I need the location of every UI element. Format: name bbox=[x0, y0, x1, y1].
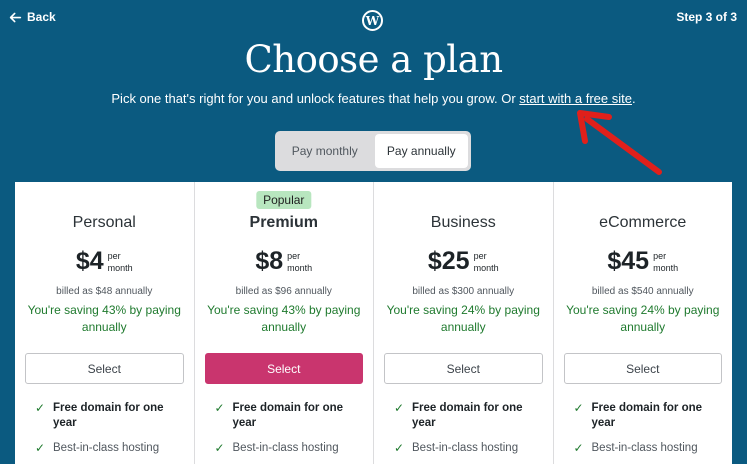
popular-badge: Popular bbox=[256, 191, 312, 209]
price-period: per month bbox=[108, 246, 133, 274]
plan-price: $25 bbox=[427, 247, 470, 275]
feature-text: Free domain for one year bbox=[232, 402, 344, 429]
select-ecommerce-button[interactable]: Select bbox=[563, 353, 722, 384]
per-text: per bbox=[107, 251, 121, 261]
check-icon: ✓ bbox=[214, 401, 225, 415]
price-row: $45 per month bbox=[554, 246, 733, 276]
plan-card-personal: Personal $4 per month billed as $48 annua… bbox=[15, 182, 195, 464]
price-row: $4 per month bbox=[15, 246, 194, 276]
check-icon: ✓ bbox=[394, 441, 405, 455]
red-arrow-annotation bbox=[577, 110, 662, 175]
per-text: per bbox=[287, 251, 301, 261]
arrow-left-icon bbox=[9, 12, 22, 22]
logo-letter: W bbox=[365, 13, 380, 28]
plan-name: Premium bbox=[249, 214, 318, 231]
price-row: $25 per month bbox=[374, 246, 553, 276]
month-text: month bbox=[473, 263, 499, 273]
feature-text: Free domain for one year bbox=[412, 402, 523, 429]
feature-list: ✓ Free domain for one year ✓ Best-in-class… bbox=[35, 401, 184, 464]
plans-grid: Personal $4 per month billed as $48 annua… bbox=[15, 182, 732, 464]
billing-note: billed as $300 annually bbox=[412, 286, 515, 297]
feature-text: Best-in-class hosting bbox=[53, 442, 160, 454]
feature-list: ✓ Free domain for one year ✓ Best-in-class… bbox=[215, 401, 364, 464]
back-label: Back bbox=[27, 10, 56, 24]
page-subtitle: Pick one that's right for you and unlock… bbox=[0, 91, 747, 106]
check-icon: ✓ bbox=[573, 441, 584, 455]
plan-price: $4 bbox=[75, 247, 104, 275]
check-icon: ✓ bbox=[35, 441, 46, 455]
saving-note: You're saving 43% by paying annually bbox=[207, 303, 361, 334]
price-period: per month bbox=[653, 246, 678, 274]
top-bar: Back W Step 3 of 3 bbox=[0, 0, 747, 36]
plan-card-ecommerce: eCommerce $45 per month billed as $540 an… bbox=[554, 182, 733, 464]
plan-name: Personal bbox=[72, 214, 136, 231]
feature-text: Free domain for one year bbox=[53, 402, 164, 429]
feature-list: ✓ Free domain for one year ✓ Best-in-class… bbox=[394, 401, 543, 464]
select-business-button[interactable]: Select bbox=[384, 353, 543, 384]
per-text: per bbox=[653, 251, 667, 261]
billing-toggle: Pay monthly Pay annually bbox=[275, 131, 471, 171]
billing-note: billed as $48 annually bbox=[56, 286, 153, 297]
plan-card-business: Business $25 per month billed as $300 ann… bbox=[374, 182, 554, 464]
select-premium-button[interactable]: Select bbox=[204, 353, 363, 384]
subtitle-end: . bbox=[631, 91, 636, 106]
page-title: Choose a plan bbox=[244, 38, 503, 81]
pay-annually-option[interactable]: Pay annually bbox=[374, 134, 468, 168]
price-period: per month bbox=[287, 246, 312, 274]
price-period: per month bbox=[474, 246, 499, 274]
check-icon: ✓ bbox=[214, 441, 225, 455]
saving-note: You're saving 24% by paying annually bbox=[566, 303, 720, 334]
feature-item: ✓ Best-in-class hosting bbox=[574, 441, 723, 456]
month-text: month bbox=[653, 263, 679, 273]
feature-item: ✓ Best-in-class hosting bbox=[394, 441, 543, 456]
month-text: month bbox=[287, 263, 313, 273]
check-icon: ✓ bbox=[35, 401, 46, 415]
plan-name: Business bbox=[430, 214, 496, 231]
feature-item: ✓ Free domain for one year bbox=[215, 401, 364, 431]
feature-item: ✓ Free domain for one year bbox=[35, 401, 184, 431]
feature-text: Free domain for one year bbox=[591, 402, 703, 429]
free-site-link[interactable]: start with a free site bbox=[519, 91, 632, 106]
wordpress-logo-icon: W bbox=[362, 10, 383, 31]
select-personal-button[interactable]: Select bbox=[25, 353, 184, 384]
billing-note: billed as $540 annually bbox=[591, 286, 694, 297]
step-indicator: Step 3 of 3 bbox=[676, 10, 737, 24]
feature-item: ✓ Best-in-class hosting bbox=[35, 441, 184, 456]
plan-card-premium: Popular Premium $8 per month billed as $9… bbox=[195, 182, 374, 464]
back-button[interactable]: Back bbox=[9, 10, 56, 24]
feature-item: ✓ Best-in-class hosting bbox=[215, 441, 364, 456]
per-text: per bbox=[473, 251, 487, 261]
feature-text: Best-in-class hosting bbox=[412, 442, 519, 454]
plan-price: $45 bbox=[607, 247, 650, 275]
saving-note: You're saving 43% by paying annually bbox=[27, 303, 181, 334]
feature-text: Best-in-class hosting bbox=[232, 442, 339, 454]
check-icon: ✓ bbox=[394, 401, 405, 415]
plan-name: eCommerce bbox=[599, 214, 687, 231]
subtitle-text: Pick one that's right for you and unlock… bbox=[111, 91, 520, 106]
month-text: month bbox=[107, 263, 133, 273]
price-row: $8 per month bbox=[195, 246, 374, 276]
check-icon: ✓ bbox=[573, 401, 584, 415]
feature-item: ✓ Free domain for one year bbox=[394, 401, 543, 431]
feature-text: Best-in-class hosting bbox=[591, 442, 698, 454]
feature-item: ✓ Free domain for one year bbox=[574, 401, 723, 431]
saving-note: You're saving 24% by paying annually bbox=[386, 303, 540, 334]
billing-note: billed as $96 annually bbox=[235, 286, 332, 297]
pay-monthly-option[interactable]: Pay monthly bbox=[278, 134, 372, 168]
plan-price: $8 bbox=[255, 247, 284, 275]
feature-list: ✓ Free domain for one year ✓ Best-in-class… bbox=[574, 401, 723, 464]
